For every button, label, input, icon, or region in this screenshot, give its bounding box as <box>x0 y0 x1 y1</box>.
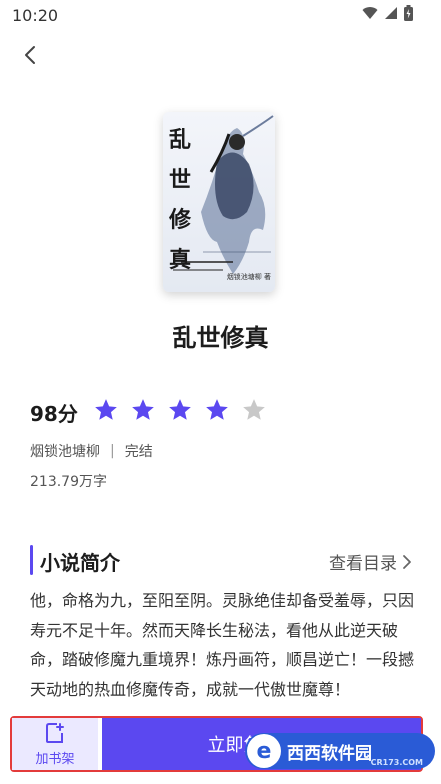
book-meta: 烟锁池塘柳 | 完结 <box>30 441 153 461</box>
watermark-text: 西西软件园 <box>287 743 372 764</box>
cover-title-char: 修 <box>169 207 192 233</box>
cover-title-char: 真 <box>169 247 192 273</box>
chevron-right-icon <box>403 554 411 569</box>
site-watermark: e 西西软件园 CR173.COM <box>245 733 435 769</box>
back-button[interactable] <box>18 42 44 68</box>
battery-icon <box>404 5 413 21</box>
word-count: 213.79万字 <box>30 474 107 490</box>
wifi-icon <box>362 7 378 20</box>
section-title: 小说简介 <box>40 551 120 575</box>
star-filled-icon <box>169 399 191 420</box>
author-name[interactable]: 烟锁池塘柳 <box>30 441 100 461</box>
cover-author: 烟锁池塘柳 著 <box>226 273 271 281</box>
star-filled-icon <box>95 399 117 420</box>
meta-separator: | <box>110 443 115 459</box>
view-catalog-link[interactable]: 查看目录 <box>329 549 413 574</box>
book-cover[interactable]: 乱 世 修 真 烟锁池塘柳 著 <box>163 112 275 292</box>
status-icons <box>362 5 413 21</box>
cover-title-char: 乱 <box>169 127 192 153</box>
shelf-label: 加书架 <box>35 752 75 767</box>
bookshelf-add-icon <box>46 723 64 743</box>
star-empty-icon <box>243 399 265 420</box>
catalog-label: 查看目录 <box>329 554 397 574</box>
book-intro: 他，命格为九，至阳至阴。灵脉绝佳却备受羞辱，只因寿元不足十年。然而天降长生秘法，… <box>30 591 415 699</box>
cover-title: 乱 世 修 真 <box>169 120 195 280</box>
book-score: 98分 <box>30 402 78 426</box>
star-filled-icon <box>206 399 228 420</box>
section-accent-bar <box>30 545 33 575</box>
rating-stars <box>93 397 267 423</box>
status-bar: 10:20 <box>0 0 441 30</box>
watermark-logo-icon: e <box>247 734 281 768</box>
status-time: 10:20 <box>12 6 59 25</box>
cover-title-char: 世 <box>169 167 192 193</box>
watermark-site: CR173.COM <box>370 758 423 767</box>
signal-icon <box>385 7 397 19</box>
book-title: 乱世修真 <box>172 324 269 352</box>
add-to-shelf-button[interactable]: 加书架 <box>12 718 98 770</box>
star-filled-icon <box>132 399 154 420</box>
chevron-left-icon <box>25 46 35 64</box>
book-status: 完结 <box>124 444 153 460</box>
